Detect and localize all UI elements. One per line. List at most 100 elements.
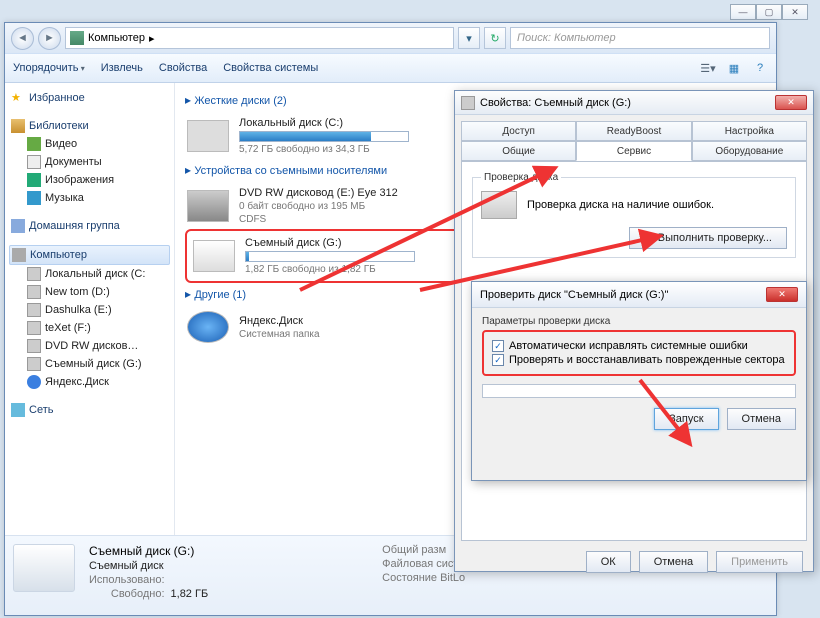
min-button[interactable]: —: [730, 4, 756, 20]
library-icon: [11, 119, 25, 133]
sidebar-item-images[interactable]: Изображения: [9, 171, 170, 189]
refresh-button[interactable]: ↻: [484, 27, 506, 49]
properties-button[interactable]: Свойства: [159, 62, 207, 74]
sidebar-favorites[interactable]: ★Избранное: [9, 89, 170, 107]
yandex-disk-icon: [187, 311, 229, 343]
tab-tools[interactable]: Сервис: [576, 141, 691, 161]
disk-icon: [461, 96, 475, 110]
checkbox-fix-errors[interactable]: ✓ Автоматически исправлять системные оши…: [492, 340, 786, 352]
sidebar-item-video[interactable]: Видео: [9, 135, 170, 153]
yandex-icon: [27, 375, 41, 389]
removable-large-icon: [13, 544, 75, 592]
system-properties-button[interactable]: Свойства системы: [223, 62, 318, 74]
start-button[interactable]: Запуск: [654, 408, 718, 430]
sidebar-item-yandex[interactable]: Яндекс.Диск: [9, 373, 170, 391]
check-disk-dialog: Проверить диск "Съемный диск (G:)" ✕ Пар…: [471, 281, 807, 481]
sidebar-item-disk-c[interactable]: Локальный диск (C:: [9, 265, 170, 283]
removable-icon: [193, 240, 235, 272]
drive-sub: 0 байт свободно из 195 МБ: [239, 201, 398, 212]
hdd-icon: [187, 120, 229, 152]
usage-bar: [245, 251, 415, 262]
check-disk-title: Проверить диск "Съемный диск (G:)": [480, 289, 668, 301]
sidebar-item-disk-f[interactable]: teXet (F:): [9, 319, 170, 337]
details-kv: Съемный диск: [89, 560, 165, 572]
details-title: Съемный диск (G:): [89, 544, 208, 558]
details-kv: Использовано:: [89, 574, 165, 586]
address-bar: ◄ ► Компьютер ▸ ▾ ↻ Поиск: Компьютер: [5, 23, 776, 53]
sidebar-libraries[interactable]: Библиотеки: [9, 117, 170, 135]
disk-icon: [27, 285, 41, 299]
star-icon: ★: [11, 91, 25, 105]
sidebar-item-disk-g[interactable]: Съемный диск (G:): [9, 355, 170, 373]
check-options-legend: Параметры проверки диска: [482, 316, 796, 327]
check-disk-legend: Проверка диска: [481, 172, 561, 183]
check-options-highlight: ✓ Автоматически исправлять системные оши…: [482, 330, 796, 376]
tab-customize[interactable]: Настройка: [692, 121, 807, 141]
organize-menu[interactable]: Упорядочить: [13, 62, 85, 74]
history-button[interactable]: ▾: [458, 27, 480, 49]
removable-icon: [27, 357, 41, 371]
network-icon: [11, 403, 25, 417]
tab-general[interactable]: Общие: [461, 141, 576, 161]
drive-title: Съемный диск (G:): [245, 237, 415, 249]
disk-icon: [27, 267, 41, 281]
checkbox-icon: ✓: [492, 340, 504, 352]
run-check-button[interactable]: 🛡 Выполнить проверку...: [629, 227, 787, 249]
sidebar-item-disk-d[interactable]: New tom (D:): [9, 283, 170, 301]
close-button[interactable]: ✕: [775, 95, 807, 110]
tab-access[interactable]: Доступ: [461, 121, 576, 141]
sidebar-network[interactable]: Сеть: [9, 401, 170, 419]
tab-hardware[interactable]: Оборудование: [692, 141, 807, 161]
sidebar-item-documents[interactable]: Документы: [9, 153, 170, 171]
cancel-button[interactable]: Отмена: [639, 551, 708, 573]
sidebar-computer[interactable]: Компьютер: [9, 245, 170, 265]
dvd-icon: [27, 339, 41, 353]
drive-sub: 1,82 ГБ свободно из 1,82 ГБ: [245, 264, 415, 275]
video-icon: [27, 137, 41, 151]
drive-title: Локальный диск (C:): [239, 117, 409, 129]
cancel-button[interactable]: Отмена: [727, 408, 796, 430]
sidebar-homegroup[interactable]: Домашняя группа: [9, 217, 170, 235]
computer-icon: [12, 248, 26, 262]
disk-icon: [27, 321, 41, 335]
toolbar: Упорядочить Извлечь Свойства Свойства си…: [5, 53, 776, 83]
close-button[interactable]: ✕: [782, 4, 808, 20]
breadcrumb-root[interactable]: Компьютер: [88, 32, 145, 44]
preview-icon[interactable]: ▦: [726, 60, 742, 76]
help-icon[interactable]: ?: [752, 60, 768, 76]
details-kv: 1,82 ГБ: [171, 588, 209, 600]
tab-readyboost[interactable]: ReadyBoost: [576, 121, 691, 141]
checkbox-icon: ✓: [492, 354, 504, 366]
apply-button[interactable]: Применить: [716, 551, 803, 573]
details-kv: Свободно:: [89, 588, 165, 600]
check-disk-titlebar[interactable]: Проверить диск "Съемный диск (G:)" ✕: [472, 282, 806, 308]
close-button[interactable]: ✕: [766, 287, 798, 302]
search-input[interactable]: Поиск: Компьютер: [510, 27, 770, 49]
image-icon: [27, 173, 41, 187]
nav-fwd-button[interactable]: ►: [38, 27, 61, 50]
extract-button[interactable]: Извлечь: [101, 62, 143, 74]
drive-sub: Системная папка: [239, 329, 320, 340]
properties-titlebar[interactable]: Свойства: Съемный диск (G:) ✕: [455, 91, 813, 115]
drive-title: Яндекс.Диск: [239, 315, 320, 327]
address-box[interactable]: Компьютер ▸: [65, 27, 454, 49]
drive-sub: 5,72 ГБ свободно из 34,3 ГБ: [239, 144, 409, 155]
checkbox-recover-sectors[interactable]: ✓ Проверять и восстанавливать поврежденн…: [492, 354, 786, 366]
check-disk-desc: Проверка диска на наличие ошибок.: [527, 199, 714, 211]
view-icon[interactable]: ☰▾: [700, 60, 716, 76]
computer-icon: [70, 31, 84, 45]
nav-back-button[interactable]: ◄: [11, 27, 34, 50]
max-button[interactable]: ▢: [756, 4, 782, 20]
properties-title: Свойства: Съемный диск (G:): [480, 97, 631, 109]
sidebar-item-dvd[interactable]: DVD RW дисков…: [9, 337, 170, 355]
ok-button[interactable]: ОК: [586, 551, 631, 573]
sidebar-item-disk-e[interactable]: Dashulka (E:): [9, 301, 170, 319]
homegroup-icon: [11, 219, 25, 233]
sidebar: ★Избранное Библиотеки Видео Документы Из…: [5, 83, 175, 535]
music-icon: [27, 191, 41, 205]
tabs: Доступ ReadyBoost Настройка Общие Сервис…: [455, 115, 813, 161]
drive-fs: CDFS: [239, 214, 398, 225]
dvd-icon: [187, 190, 229, 222]
sidebar-item-music[interactable]: Музыка: [9, 189, 170, 207]
progress-bar: [482, 384, 796, 398]
